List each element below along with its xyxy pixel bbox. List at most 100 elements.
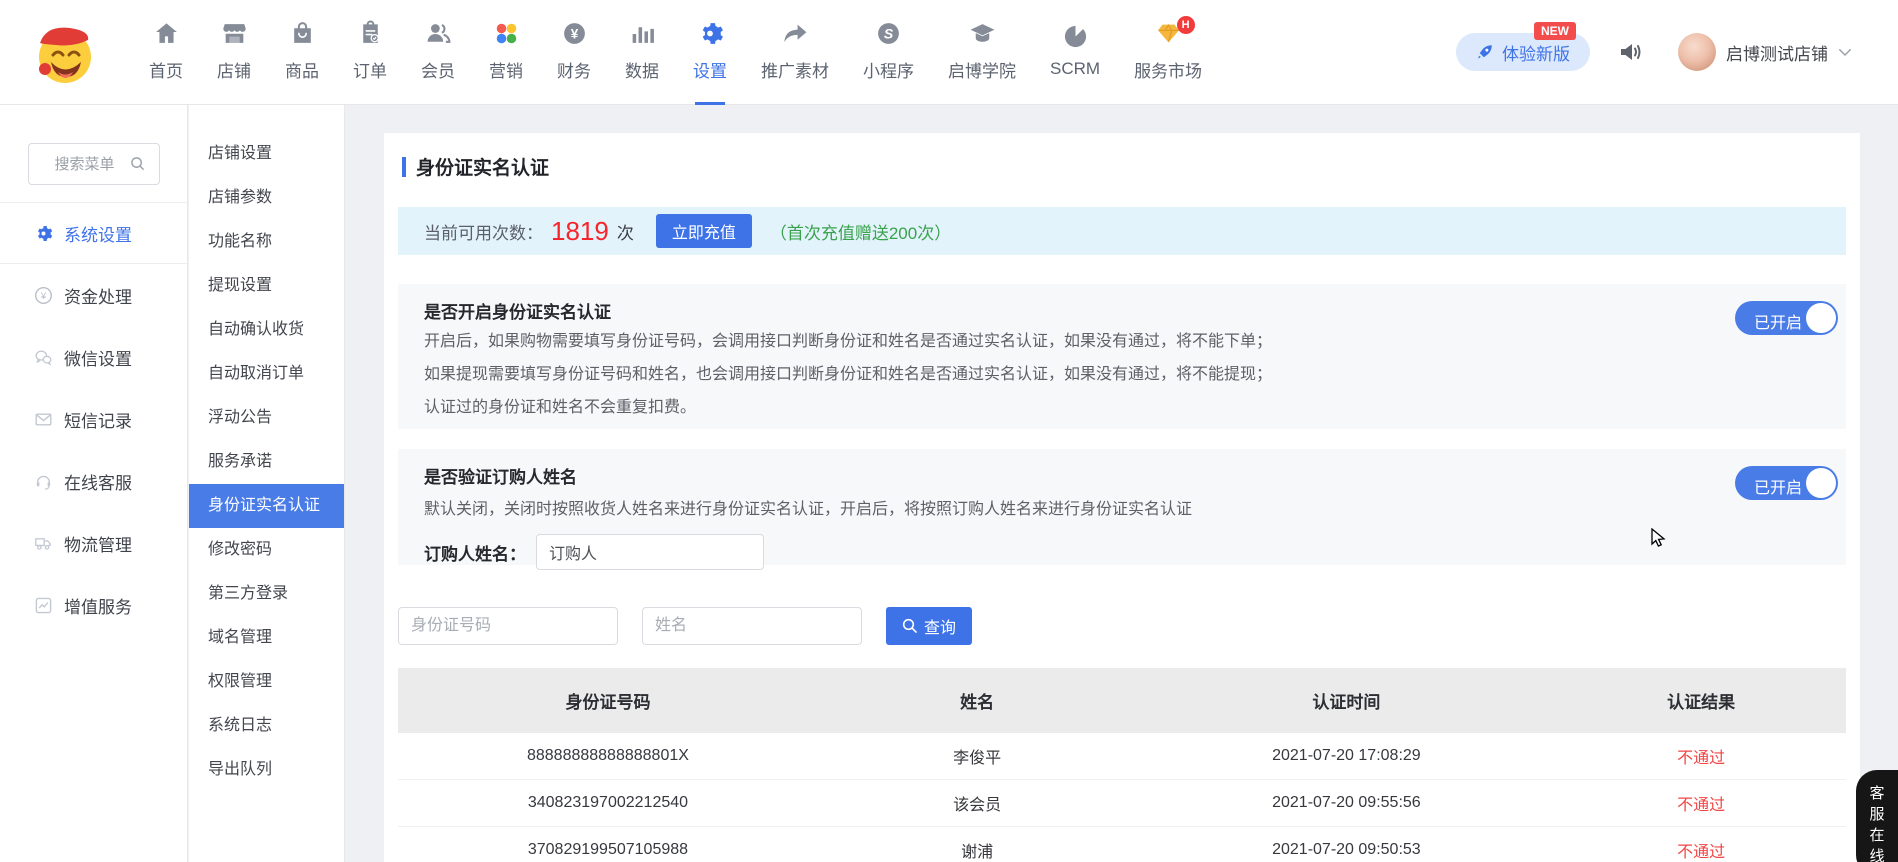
buyer-name-toggle[interactable]: 已开启 xyxy=(1735,466,1838,500)
members-icon xyxy=(425,20,452,52)
sidebar-item-label: 物流管理 xyxy=(64,531,132,556)
menu-search-input[interactable] xyxy=(28,143,160,185)
cell-name: 李俊平 xyxy=(818,744,1137,768)
query-button[interactable]: 查询 xyxy=(886,607,972,645)
try-new-version-button[interactable]: 体验新版 NEW xyxy=(1456,33,1590,71)
sidebar-item[interactable]: 增值服务 xyxy=(0,574,187,636)
mail-icon xyxy=(34,410,53,429)
sidebar-item-label: 资金处理 xyxy=(64,283,132,308)
nav-item[interactable]: 首页 xyxy=(132,0,200,104)
page-title: 身份证实名认证 xyxy=(402,133,1846,180)
nav-item-label: 店铺 xyxy=(217,57,251,82)
sidebar-item[interactable]: 系统设置 xyxy=(0,202,187,264)
nav-item[interactable]: 营销 xyxy=(472,0,540,104)
sidebar-item[interactable]: 物流管理 xyxy=(0,512,187,574)
id-number-filter-input[interactable] xyxy=(398,607,618,645)
nav-item[interactable]: S 小程序 xyxy=(846,0,931,104)
sidebar-item[interactable]: 在线客服 xyxy=(0,450,187,512)
submenu-item[interactable]: 自动确认收货 xyxy=(189,308,344,352)
goods-icon xyxy=(289,20,316,52)
cell-name: 该会员 xyxy=(818,791,1137,815)
description-line: 如果提现需要填写身份证号码和姓名，也会调用接口判断身份证和姓名是否通过实名认证，… xyxy=(424,358,1820,391)
nav-item[interactable]: ¥ 财务 xyxy=(540,0,608,104)
cell-result: 不通过 xyxy=(1556,838,1846,862)
toggle-knob xyxy=(1806,303,1836,333)
sidebar-item[interactable]: 短信记录 xyxy=(0,388,187,450)
orders-icon xyxy=(357,20,384,52)
sidebar: 系统设置 ¥ 资金处理 微信设置 短信记录 在线客服 物流管理 增值服务 xyxy=(0,105,188,862)
submenu-item[interactable]: 提现设置 xyxy=(189,264,344,308)
cell-time: 2021-07-20 09:55:56 xyxy=(1136,794,1556,812)
submenu-item[interactable]: 系统日志 xyxy=(189,704,344,748)
finance-icon: ¥ xyxy=(561,20,588,52)
nav-item[interactable]: H 服务市场 xyxy=(1117,0,1219,104)
submenu-item[interactable]: 身份证实名认证 xyxy=(189,484,344,528)
wechat-icon xyxy=(34,348,53,367)
col-header-name: 姓名 xyxy=(818,688,1137,713)
nav-item[interactable]: 启博学院 xyxy=(931,0,1033,104)
quota-unit: 次 xyxy=(617,219,634,244)
submenu-item[interactable]: 权限管理 xyxy=(189,660,344,704)
nav-item[interactable]: 数据 xyxy=(608,0,676,104)
table-row[interactable]: 340823197002212540 该会员 2021-07-20 09:55:… xyxy=(398,780,1846,827)
cell-id-number: 340823197002212540 xyxy=(398,794,818,812)
nav-item[interactable]: 订单 xyxy=(336,0,404,104)
name-filter-input[interactable] xyxy=(642,607,862,645)
description-line: 开启后，如果购物需要填写身份证号码，会调用接口判断身份证和姓名是否通过实名认证，… xyxy=(424,325,1820,358)
nav-item-label: SCRM xyxy=(1050,59,1100,79)
cell-id-number: 88888888888888801X xyxy=(398,747,818,765)
cell-name: 谢浦 xyxy=(818,838,1137,862)
chevron-down-icon[interactable] xyxy=(1836,43,1854,61)
submenu-item[interactable]: 店铺参数 xyxy=(189,176,344,220)
submenu-item[interactable]: 自动取消订单 xyxy=(189,352,344,396)
nav-item-label: 首页 xyxy=(149,57,183,82)
sidebar-item-label: 增值服务 xyxy=(64,593,132,618)
cell-result: 不通过 xyxy=(1556,791,1846,815)
toggle-knob xyxy=(1806,468,1836,498)
table-row[interactable]: 88888888888888801X 李俊平 2021-07-20 17:08:… xyxy=(398,733,1846,780)
verification-table: 身份证号码 姓名 认证时间 认证结果 88888888888888801X 李俊… xyxy=(398,668,1846,862)
svg-text:¥: ¥ xyxy=(570,26,578,41)
customer-service-badge[interactable]: 客服在线 xyxy=(1856,770,1898,862)
sidebar-item[interactable]: 微信设置 xyxy=(0,326,187,388)
top-navbar: 首页 店铺 商品 订单 xyxy=(0,0,1898,105)
quota-count: 1819 xyxy=(551,216,609,247)
table-row[interactable]: 370829199507105988 谢浦 2021-07-20 09:50:5… xyxy=(398,827,1846,862)
nav-item[interactable]: 设置 xyxy=(676,0,744,104)
brand-logo[interactable] xyxy=(32,17,96,87)
truck-icon xyxy=(34,534,53,553)
submenu-item[interactable]: 第三方登录 xyxy=(189,572,344,616)
search-filters: 查询 xyxy=(398,607,1846,645)
cell-time: 2021-07-20 09:50:53 xyxy=(1136,841,1556,859)
submenu-item[interactable]: 导出队列 xyxy=(189,748,344,792)
avatar[interactable] xyxy=(1678,33,1716,71)
nav-item[interactable]: SCRM xyxy=(1033,0,1117,104)
submenu-item[interactable]: 修改密码 xyxy=(189,528,344,572)
svg-text:¥: ¥ xyxy=(40,291,47,302)
id-verify-toggle[interactable]: 已开启 xyxy=(1735,301,1838,335)
hot-badge: H xyxy=(1177,16,1195,34)
submenu-item[interactable]: 店铺设置 xyxy=(189,132,344,176)
nav-item[interactable]: 会员 xyxy=(404,0,472,104)
nav-item[interactable]: 商品 xyxy=(268,0,336,104)
store-icon xyxy=(221,20,248,52)
nav-item[interactable]: 店铺 xyxy=(200,0,268,104)
nav-item-label: 小程序 xyxy=(863,57,914,82)
nav-item-label: 设置 xyxy=(693,57,727,82)
nav-item[interactable]: 推广素材 xyxy=(744,0,846,104)
submenu-item[interactable]: 域名管理 xyxy=(189,616,344,660)
submenu-item[interactable]: 浮动公告 xyxy=(189,396,344,440)
announcement-speaker-icon[interactable] xyxy=(1618,39,1644,65)
buyer-name-input[interactable] xyxy=(536,534,764,570)
recharge-button[interactable]: 立即充值 xyxy=(656,214,752,248)
nav-item-label: 商品 xyxy=(285,57,319,82)
submenu-item[interactable]: 功能名称 xyxy=(189,220,344,264)
miniprogram-icon: S xyxy=(875,20,902,52)
svg-text:S: S xyxy=(884,26,894,42)
shop-name[interactable]: 启博测试店铺 xyxy=(1726,40,1828,65)
submenu-item[interactable]: 服务承诺 xyxy=(189,440,344,484)
main-panel: 身份证实名认证 当前可用次数： 1819 次 立即充值 （首次充值赠送200次）… xyxy=(384,133,1860,862)
rocket-icon xyxy=(1476,43,1494,61)
navbar-right: 体验新版 NEW 启博测试店铺 xyxy=(1456,33,1854,71)
sidebar-item[interactable]: ¥ 资金处理 xyxy=(0,264,187,326)
